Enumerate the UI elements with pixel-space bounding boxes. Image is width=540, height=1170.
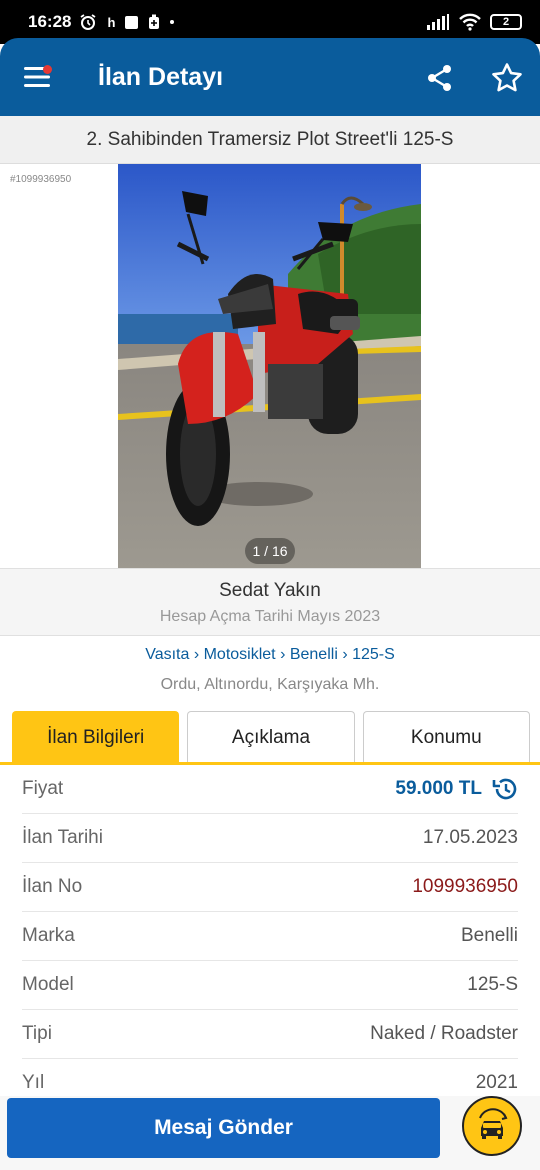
info-row-type: Tipi Naked / Roadster [22,1010,518,1059]
app-bar: İlan Detayı [0,38,540,116]
more-notifications-dot [170,20,175,24]
wifi-icon [459,13,481,31]
tab-ilan-bilgileri[interactable]: İlan Bilgileri [12,711,180,763]
photo-gallery: #1099936950 1 / 16 [0,164,540,568]
send-message-button[interactable]: Mesaj Gönder [7,1098,440,1158]
info-value: 2021 [475,1072,518,1093]
info-row-brand: Marka Benelli [22,912,518,961]
seller-info[interactable]: Sedat Yakın Hesap Açma Tarihi Mayıs 2023 [0,568,540,636]
info-label: Fiyat [22,778,64,799]
battery-icon: 2 [490,14,522,30]
photo-counter: 1 / 16 [245,538,295,564]
battery-saver-icon [149,14,160,29]
signal-icon [427,14,449,30]
bottom-bar: Mesaj Gönder [0,1096,540,1170]
menu-button[interactable] [0,38,76,116]
status-time: 16:28 [28,12,72,31]
info-row-adno: İlan No 1099936950 [22,863,518,912]
car-icon [479,1108,508,1139]
price-history-icon[interactable] [492,776,518,802]
page-title: İlan Detayı [98,62,224,91]
listing-id-tag: #1099936950 [10,174,72,185]
vehicle-tools-button[interactable] [462,1096,522,1156]
share-icon [428,65,451,91]
location-text: Ordu, Altınordu, Karşıyaka Mh. [160,676,380,693]
tab-konumu[interactable]: Konumu [362,711,530,763]
listing-photo[interactable] [118,164,421,568]
info-label: Yıl [22,1072,45,1093]
breadcrumb[interactable]: Vasıta › Motosiklet › Benelli › 125-S [0,646,540,664]
menu-notification-dot [43,65,52,74]
notification-letter: h [107,14,116,30]
info-label: İlan No [22,876,83,897]
info-value: 125-S [467,974,518,995]
motorcycle-photo [118,164,421,568]
info-label: İlan Tarihi [22,827,103,848]
info-value: Benelli [460,925,518,946]
info-label: Tipi [22,1023,52,1044]
detail-tabs: İlan Bilgileri Açıklama Konumu [12,711,530,763]
favorite-button[interactable] [486,58,528,98]
info-value: 17.05.2023 [422,827,518,848]
seller-since: Hesap Açma Tarihi Mayıs 2023 [159,608,381,625]
info-row-price: Fiyat 59.000 TL [22,765,518,814]
listing-info-table: Fiyat 59.000 TL İlan Tarihi 17.05.2023 İ… [0,765,540,1108]
info-label: Model [22,974,74,995]
info-label: Marka [22,925,75,946]
seller-name: Sedat Yakın [219,580,321,601]
info-row-date: İlan Tarihi 17.05.2023 [22,814,518,863]
share-button[interactable] [420,60,460,96]
info-row-model: Model 125-S [22,961,518,1010]
listing-title: 2. Sahibinden Tramersiz Plot Street'li 1… [0,116,540,164]
alarm-icon [80,14,96,30]
info-value: Naked / Roadster [370,1023,518,1044]
price-value: 59.000 TL [395,776,518,802]
tab-aciklama[interactable]: Açıklama [187,711,355,763]
star-icon [492,63,522,92]
price-text: 59.000 TL [395,778,482,799]
info-value: 1099936950 [412,876,518,897]
notification-square-icon [125,15,139,29]
